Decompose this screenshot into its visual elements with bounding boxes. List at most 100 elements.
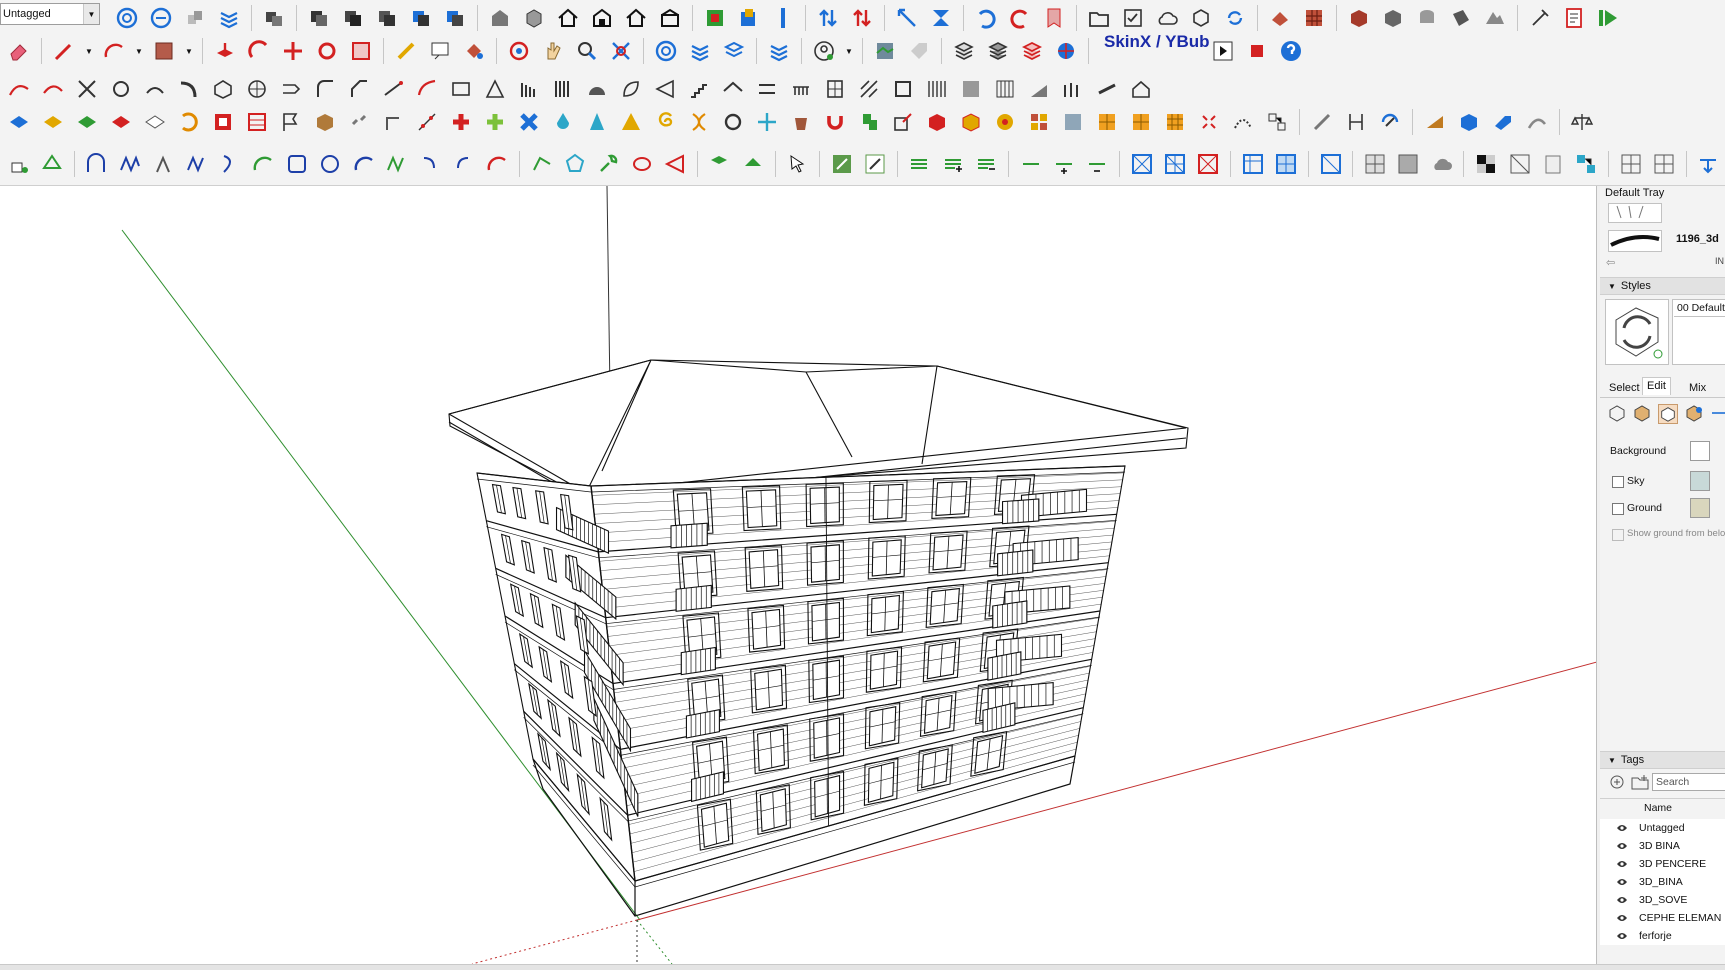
leaf-icon[interactable] [617, 75, 645, 103]
rotate-tool-icon[interactable] [313, 37, 341, 65]
layers-globe-icon[interactable] [1052, 37, 1080, 65]
crate-icon[interactable] [311, 108, 339, 136]
grid-cross-icon[interactable] [1128, 150, 1155, 178]
section-cut-icon[interactable] [652, 37, 680, 65]
arrow-fold-icon[interactable] [277, 75, 305, 103]
layers-red-icon[interactable] [950, 37, 978, 65]
curve-edit-icon[interactable] [39, 75, 67, 103]
add-tag-folder-icon[interactable] [1631, 774, 1649, 793]
arrow-left-icon[interactable]: ⇦ [1606, 256, 1615, 269]
texture-grid-icon[interactable] [957, 75, 985, 103]
pipe-icon[interactable] [175, 75, 203, 103]
panel-orange-2-icon[interactable] [1127, 108, 1155, 136]
section-display-icon[interactable] [147, 4, 175, 32]
dimension-icon[interactable] [1342, 108, 1370, 136]
terrain-icon[interactable] [1481, 4, 1509, 32]
checklist-icon[interactable] [1119, 4, 1147, 32]
plane-blue-icon[interactable] [5, 108, 33, 136]
warning-icon[interactable] [617, 108, 645, 136]
3d-building-model[interactable] [0, 186, 1597, 964]
move-red-icon[interactable] [848, 4, 876, 32]
arc-red-icon[interactable] [483, 150, 510, 178]
rotate-curve-icon[interactable] [107, 75, 135, 103]
plus-green-icon[interactable] [481, 108, 509, 136]
pan-hand-icon[interactable] [539, 37, 567, 65]
line-tool-icon[interactable] [50, 37, 78, 65]
extend-line-icon[interactable] [379, 75, 407, 103]
house-outline-icon[interactable] [1127, 75, 1155, 103]
offset-arc-icon[interactable] [413, 75, 441, 103]
plane-yellow-icon[interactable] [39, 108, 67, 136]
frame-icon[interactable] [889, 75, 917, 103]
dash-add-icon[interactable] [1050, 150, 1077, 178]
curtain-icon[interactable] [991, 75, 1019, 103]
dome-icon[interactable] [583, 75, 611, 103]
arc-blue-icon[interactable] [350, 150, 377, 178]
flip-icon[interactable] [927, 4, 955, 32]
rectangle-tool-icon[interactable] [150, 37, 178, 65]
triangle-icon[interactable] [481, 75, 509, 103]
plus-red-icon[interactable] [447, 108, 475, 136]
stop-icon[interactable] [1243, 37, 1271, 65]
edge-settings-icon[interactable] [1608, 404, 1626, 422]
group-icon[interactable] [260, 4, 288, 32]
resize-green-icon[interactable] [828, 150, 855, 178]
eye-icon[interactable] [1616, 914, 1628, 922]
layout-2-icon[interactable] [1395, 150, 1422, 178]
layout-icon[interactable] [1361, 150, 1388, 178]
map-icon[interactable] [871, 37, 899, 65]
plane-red-icon[interactable] [107, 108, 135, 136]
table-icon[interactable] [1239, 150, 1266, 178]
magnet-icon[interactable] [821, 108, 849, 136]
export-icon[interactable] [889, 108, 917, 136]
square-red-icon[interactable] [209, 108, 237, 136]
grid-view-icon[interactable] [1617, 150, 1644, 178]
layer-tools-icon[interactable] [765, 37, 793, 65]
frame-blue-icon[interactable] [1059, 108, 1087, 136]
scatter-icon[interactable] [1195, 108, 1223, 136]
move-tool-icon[interactable] [279, 37, 307, 65]
tag-row[interactable]: 3D_SOVE [1600, 891, 1725, 909]
scale-tool-icon[interactable] [347, 37, 375, 65]
zoom-icon[interactable] [573, 37, 601, 65]
tag-row[interactable]: 3D PENCERE [1600, 855, 1725, 873]
undo-blue-icon[interactable] [972, 4, 1000, 32]
badge-icon[interactable] [991, 108, 1019, 136]
stairs-icon[interactable] [685, 75, 713, 103]
wand-icon[interactable] [1526, 4, 1554, 32]
wedge-orange-icon[interactable] [1421, 108, 1449, 136]
layer-outline-icon[interactable] [720, 37, 748, 65]
layers-highlight-icon[interactable] [1018, 37, 1046, 65]
layers-dark-icon[interactable] [984, 37, 1012, 65]
cross-arrows-icon[interactable] [753, 108, 781, 136]
eye-icon[interactable] [1616, 932, 1628, 940]
network-icon[interactable] [1573, 150, 1600, 178]
panel-orange-3-icon[interactable] [1161, 108, 1189, 136]
ground-checkbox[interactable] [1612, 503, 1624, 515]
sky-color-swatch[interactable] [1690, 471, 1710, 491]
background-settings-icon[interactable] [1658, 404, 1678, 424]
profile-icon[interactable] [447, 75, 475, 103]
cube-blue-icon[interactable] [735, 4, 763, 32]
cone-icon[interactable] [583, 108, 611, 136]
select-box-icon[interactable] [701, 4, 729, 32]
zoom-extents-icon[interactable] [607, 37, 635, 65]
sync-icon[interactable] [1221, 4, 1249, 32]
mesh-icon[interactable] [243, 75, 271, 103]
wedge-icon[interactable] [651, 75, 679, 103]
record-icon[interactable] [1209, 37, 1237, 65]
drop-icon[interactable] [549, 108, 577, 136]
cube-blue-2-icon[interactable] [1455, 108, 1483, 136]
open-folder-icon[interactable] [1085, 4, 1113, 32]
hatch-icon[interactable] [855, 75, 883, 103]
check-curve-icon[interactable] [528, 150, 555, 178]
resize-outline-icon[interactable] [861, 150, 888, 178]
eye-icon[interactable] [1616, 824, 1628, 832]
skinx-label[interactable]: SkinX / YBub [1104, 32, 1210, 52]
square-outline-icon[interactable] [283, 150, 310, 178]
polygon-icon[interactable] [561, 150, 588, 178]
plane-green-icon[interactable] [73, 108, 101, 136]
tape-measure-icon[interactable] [392, 37, 420, 65]
show-ground-checkbox[interactable] [1612, 529, 1624, 541]
texture-icon[interactable] [1447, 4, 1475, 32]
